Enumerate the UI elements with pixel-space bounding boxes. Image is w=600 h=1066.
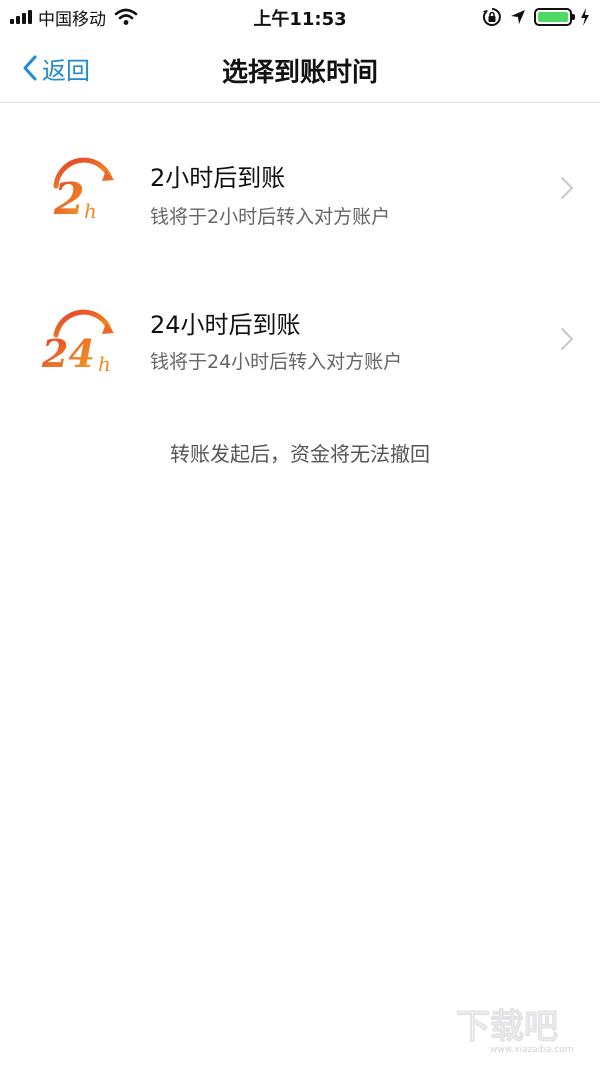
charging-bolt-icon <box>581 8 589 26</box>
option-title: 2小时后到账 <box>150 164 286 192</box>
battery-level <box>538 12 568 22</box>
navigation-bar: 返回 选择到账时间 <box>0 34 600 103</box>
svg-text:2: 2 <box>53 174 85 225</box>
watermark-logo: 下载吧 www.xiazaiba.com <box>456 1007 574 1056</box>
orientation-lock-icon <box>482 8 501 26</box>
page-title: 选择到账时间 <box>221 58 378 88</box>
option-2h[interactable]: 2 h 2小时后到账 钱将于2小时后转入对方账户 <box>0 118 600 258</box>
option-24h[interactable]: 24 h 24小时后到账 钱将于24小时后转入对方账户 <box>0 271 600 411</box>
clock-2h-icon: 2 h <box>53 157 114 225</box>
option-subtitle: 钱将于2小时后转入对方账户 <box>150 206 391 228</box>
irrevocable-notice: 转账发起后，资金将无法撤回 <box>170 442 430 466</box>
clock-24h-icon: 24 h <box>41 309 114 376</box>
svg-text:www.xiazaiba.com: www.xiazaiba.com <box>490 1045 574 1055</box>
location-arrow-icon <box>511 10 525 24</box>
svg-text:h: h <box>98 352 111 376</box>
svg-text:h: h <box>84 199 97 223</box>
option-subtitle: 钱将于24小时后转入对方账户 <box>150 351 403 373</box>
option-title: 24小时后到账 <box>150 311 301 339</box>
chevron-right-icon <box>561 328 574 350</box>
svg-text:24: 24 <box>41 331 95 376</box>
status-bar: 中国移动 上午11:53 <box>0 0 600 34</box>
svg-text:下载吧: 下载吧 <box>456 1007 558 1047</box>
battery-icon <box>534 8 575 26</box>
chevron-right-icon <box>561 177 574 199</box>
content-area: 2 h 2小时后到账 钱将于2小时后转入对方账户 24 h 24小时后到账 钱将… <box>0 103 600 1066</box>
